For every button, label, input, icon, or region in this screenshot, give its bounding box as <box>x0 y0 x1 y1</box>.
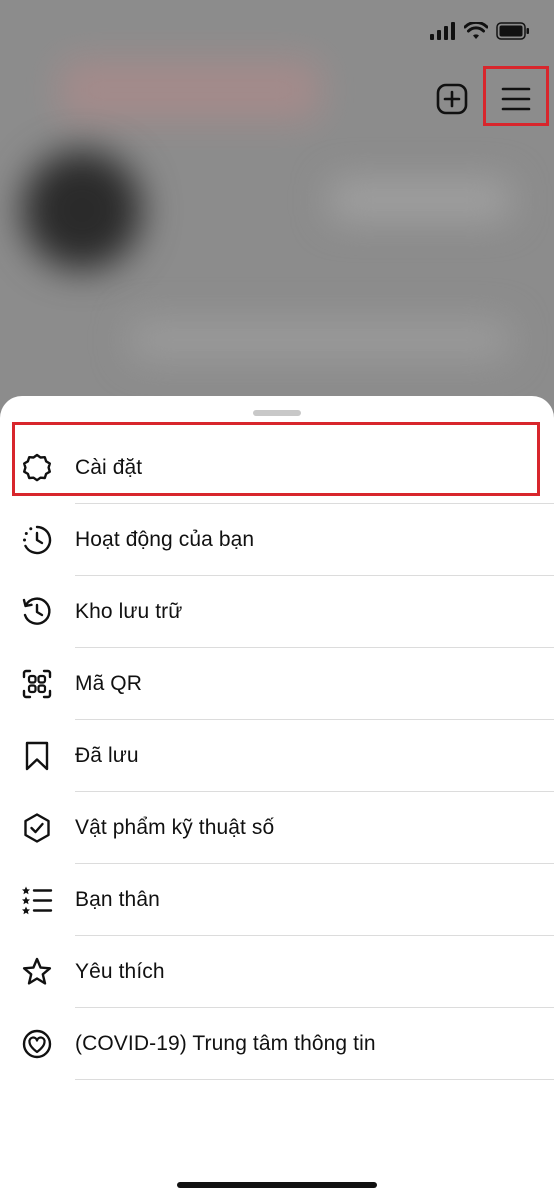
status-bar <box>0 0 554 60</box>
bookmark-icon <box>20 739 54 773</box>
menu-item-favorites[interactable]: Yêu thích <box>0 936 554 1008</box>
verified-shield-icon <box>20 811 54 845</box>
qr-code-icon <box>20 667 54 701</box>
menu-item-digital-collectibles[interactable]: Vật phẩm kỹ thuật số <box>0 792 554 864</box>
battery-icon <box>496 22 529 40</box>
menu-item-qr-code[interactable]: Mã QR <box>0 648 554 720</box>
archive-icon <box>20 595 54 629</box>
add-square-icon <box>436 83 468 115</box>
options-bottom-sheet: Cài đặt Hoạt động của bạn Kho lưu trữ Mã… <box>0 396 554 1200</box>
menu-item-archive[interactable]: Kho lưu trữ <box>0 576 554 648</box>
menu-item-label: Kho lưu trữ <box>75 600 183 623</box>
wifi-icon <box>464 22 488 39</box>
blurred-profile-background <box>0 0 554 420</box>
menu-item-label: Yêu thích <box>75 960 165 983</box>
covid-info-icon <box>20 1027 54 1061</box>
menu-item-label: Hoạt động của bạn <box>75 528 255 551</box>
menu-button-highlight <box>483 66 549 126</box>
create-post-button[interactable] <box>433 80 471 118</box>
menu-item-label: Đã lưu <box>75 744 139 767</box>
menu-item-your-activity[interactable]: Hoạt động của bạn <box>0 504 554 576</box>
menu-item-close-friends[interactable]: Bạn thân <box>0 864 554 936</box>
menu-item-label: Mã QR <box>75 672 143 695</box>
menu-item-label: Bạn thân <box>75 888 160 911</box>
divider <box>75 1079 554 1080</box>
activity-icon <box>20 523 54 557</box>
settings-highlight <box>12 422 540 496</box>
menu-item-label: (COVID-19) Trung tâm thông tin <box>75 1032 376 1055</box>
menu-item-saved[interactable]: Đã lưu <box>0 720 554 792</box>
close-friends-icon <box>20 883 54 917</box>
home-indicator[interactable] <box>177 1182 377 1188</box>
signal-icon <box>430 22 455 40</box>
menu-item-covid-info[interactable]: (COVID-19) Trung tâm thông tin <box>0 1008 554 1080</box>
options-menu: Cài đặt Hoạt động của bạn Kho lưu trữ Mã… <box>0 432 554 1080</box>
star-icon <box>20 955 54 989</box>
menu-item-label: Vật phẩm kỹ thuật số <box>75 816 275 839</box>
sheet-grabber[interactable] <box>253 410 301 416</box>
